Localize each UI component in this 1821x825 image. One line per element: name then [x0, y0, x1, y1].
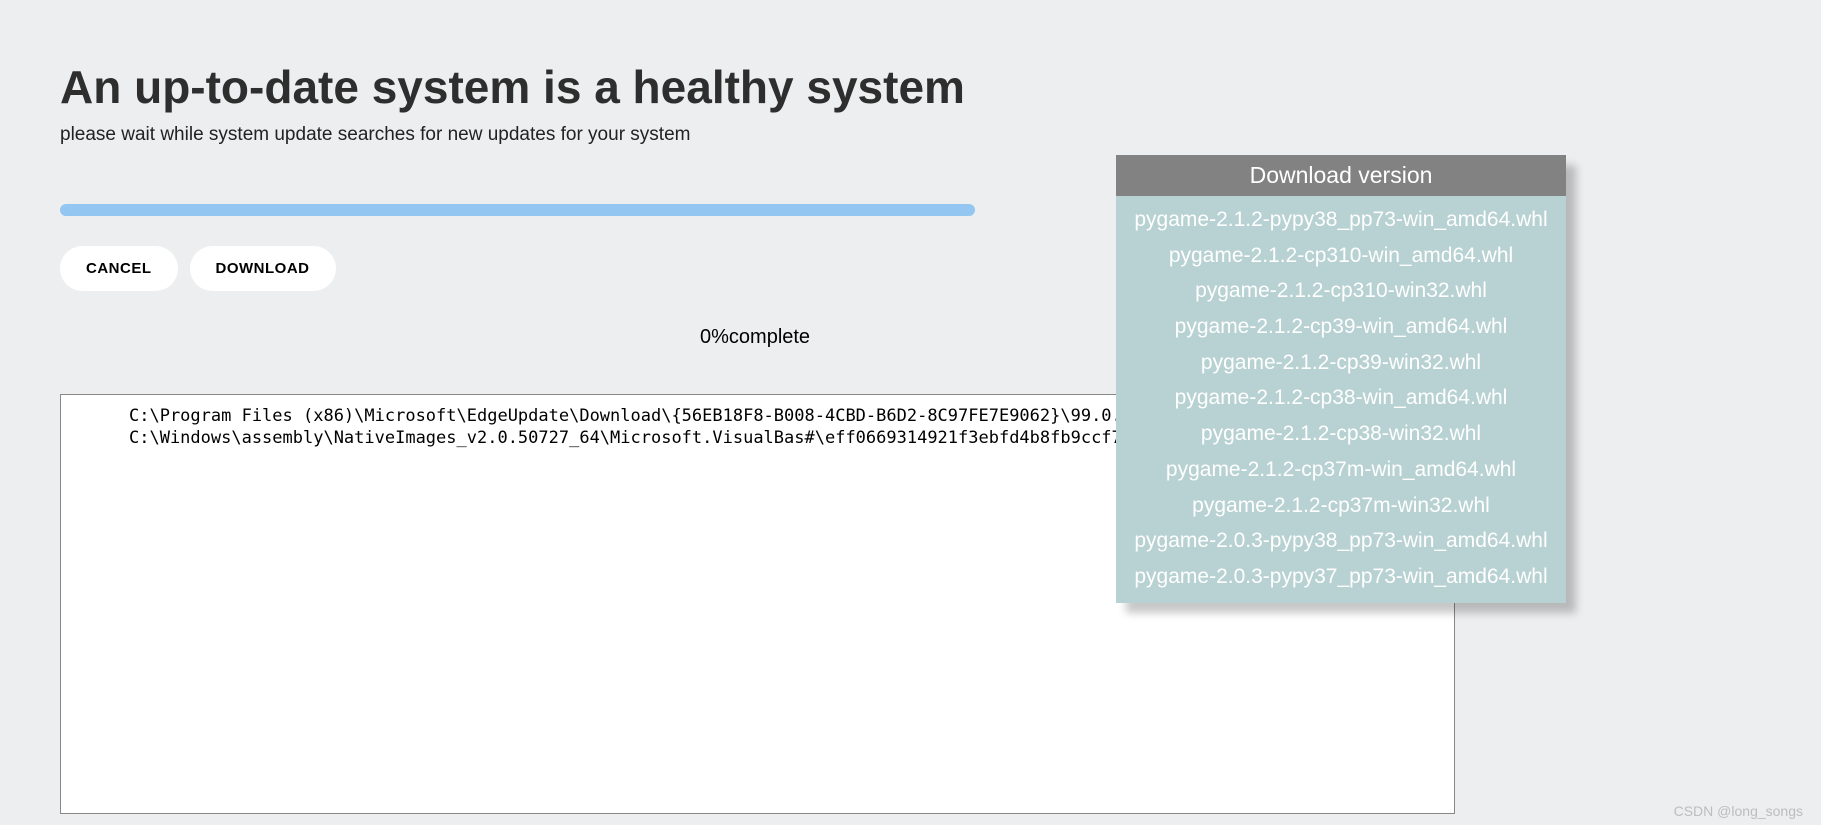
progress-bar: [60, 204, 975, 216]
download-version-item[interactable]: pygame-2.1.2-cp39-win_amd64.whl: [1116, 309, 1566, 345]
page-subtitle: please wait while system update searches…: [60, 124, 1761, 146]
download-version-item[interactable]: pygame-2.1.2-cp38-win_amd64.whl: [1116, 380, 1566, 416]
cancel-button[interactable]: CANCEL: [60, 246, 178, 291]
watermark: CSDN @long_songs: [1674, 803, 1803, 819]
download-panel-header: Download version: [1116, 155, 1566, 196]
download-version-item[interactable]: pygame-2.1.2-cp310-win32.whl: [1116, 273, 1566, 309]
download-version-item[interactable]: pygame-2.1.2-cp310-win_amd64.whl: [1116, 238, 1566, 274]
download-version-list: pygame-2.1.2-pypy38_pp73-win_amd64.whl p…: [1116, 196, 1566, 603]
download-version-item[interactable]: pygame-2.1.2-cp38-win32.whl: [1116, 416, 1566, 452]
download-version-item[interactable]: pygame-2.1.2-pypy38_pp73-win_amd64.whl: [1116, 202, 1566, 238]
page-title: An up-to-date system is a healthy system: [60, 60, 1761, 114]
download-version-item[interactable]: pygame-2.1.2-cp37m-win_amd64.whl: [1116, 452, 1566, 488]
download-version-item[interactable]: pygame-2.1.2-cp39-win32.whl: [1116, 345, 1566, 381]
download-version-item[interactable]: pygame-2.1.2-cp37m-win32.whl: [1116, 488, 1566, 524]
download-button[interactable]: DOWNLOAD: [190, 246, 336, 291]
download-version-item[interactable]: pygame-2.0.3-pypy37_pp73-win_amd64.whl: [1116, 559, 1566, 595]
download-version-item[interactable]: pygame-2.0.3-pypy38_pp73-win_amd64.whl: [1116, 523, 1566, 559]
download-version-panel: Download version pygame-2.1.2-pypy38_pp7…: [1116, 155, 1566, 603]
